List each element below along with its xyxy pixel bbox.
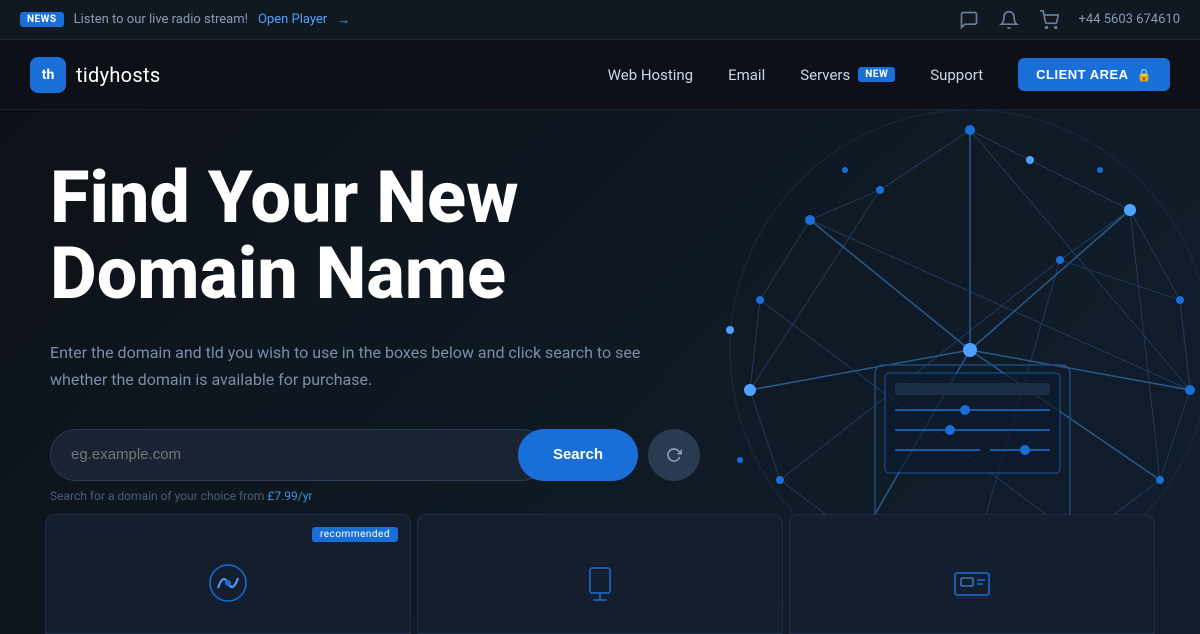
hero-title-line2: Domain Name — [50, 231, 506, 316]
hint-text: Search for a domain of your choice from — [50, 489, 264, 503]
announcement-bar: news Listen to our live radio stream! Op… — [0, 0, 1200, 40]
hero-subtitle: Enter the domain and tld you wish to use… — [50, 339, 650, 393]
hero-content: Find Your New Domain Name Enter the doma… — [0, 110, 700, 429]
announcement-right: +44 5603 674610 — [959, 10, 1181, 30]
client-area-button[interactable]: CLIENT AREA 🔒 — [1018, 58, 1170, 91]
domain-search-input[interactable] — [71, 446, 527, 463]
navbar: th tidyhosts Web Hosting Email Servers N… — [0, 40, 1200, 110]
announcement-left: news Listen to our live radio stream! Op… — [20, 12, 350, 28]
logo-text: tidyhosts — [76, 63, 160, 87]
card-icon-1 — [203, 558, 253, 608]
card-3[interactable] — [789, 514, 1155, 634]
card-recommended[interactable]: recommended — [45, 514, 411, 634]
bell-icon[interactable] — [999, 10, 1019, 30]
servers-new-badge: NEW — [858, 67, 895, 82]
cart-icon[interactable] — [1039, 10, 1059, 30]
chat-icon[interactable] — [959, 10, 979, 30]
logo[interactable]: th tidyhosts — [30, 57, 160, 93]
nav-email[interactable]: Email — [728, 66, 765, 84]
search-input-wrapper — [50, 429, 548, 481]
search-button[interactable]: Search — [518, 429, 638, 481]
nav-servers-container[interactable]: Servers NEW — [800, 66, 895, 84]
hint-price: £7.99/yr — [267, 489, 312, 503]
hero-title-line1: Find Your New — [50, 155, 519, 240]
phone-number: +44 5603 674610 — [1079, 12, 1181, 27]
hero-section: Find Your New Domain Name Enter the doma… — [0, 110, 1200, 634]
search-form: Search — [50, 429, 700, 481]
nav-web-hosting[interactable]: Web Hosting — [608, 66, 693, 84]
nav-servers[interactable]: Servers — [800, 66, 850, 84]
search-hint: Search for a domain of your choice from … — [50, 489, 1200, 503]
logo-icon: th — [30, 57, 66, 93]
nav-links: Web Hosting Email Servers NEW Support CL… — [608, 58, 1170, 91]
card-icon-2 — [575, 558, 625, 608]
nav-support[interactable]: Support — [930, 66, 983, 84]
hero-title: Find Your New Domain Name — [50, 160, 650, 311]
card-icon-3 — [947, 558, 997, 608]
announcement-text: Listen to our live radio stream! — [74, 12, 248, 27]
client-area-label: CLIENT AREA — [1036, 67, 1128, 82]
lock-icon: 🔒 — [1137, 68, 1152, 82]
open-player-arrow[interactable]: → — [337, 12, 350, 28]
cards-row: recommended — [0, 514, 1200, 634]
refresh-button[interactable] — [648, 429, 700, 481]
card-2[interactable] — [417, 514, 783, 634]
news-badge: news — [20, 12, 64, 27]
open-player-link[interactable]: Open Player — [258, 12, 327, 27]
recommended-badge: recommended — [312, 527, 398, 542]
